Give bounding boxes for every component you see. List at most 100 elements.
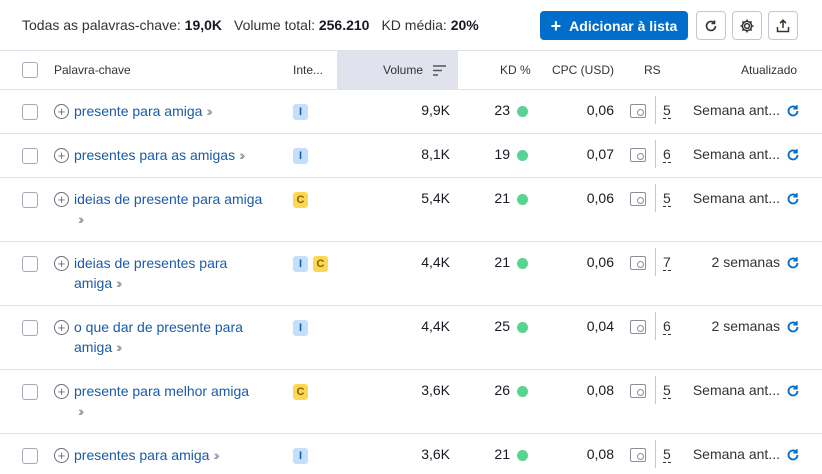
keyword-link[interactable]: presente para melhor amiga ›› (74, 381, 284, 421)
add-keyword-icon[interactable]: + (54, 320, 69, 335)
keyword-text[interactable]: presente para amiga (74, 103, 202, 119)
row-checkbox[interactable] (22, 384, 38, 400)
chevrons-right-icon[interactable]: ›› (78, 211, 85, 227)
keyword-text[interactable]: presente para melhor amiga (74, 383, 249, 399)
rs-value[interactable]: 5 (663, 383, 671, 399)
keyword-link[interactable]: presentes para as amigas ›› (74, 145, 284, 165)
add-keyword-icon[interactable]: + (54, 104, 69, 119)
serp-icon[interactable] (630, 448, 646, 462)
add-keyword-icon[interactable]: + (54, 148, 69, 163)
add-keyword-icon[interactable]: + (54, 448, 69, 463)
row-checkbox[interactable] (22, 148, 38, 164)
chevrons-right-icon[interactable]: ›› (239, 147, 246, 163)
kd-value: 23 (494, 102, 510, 118)
chevrons-right-icon[interactable]: ›› (116, 275, 123, 291)
chevrons-right-icon[interactable]: ›› (116, 339, 123, 355)
refresh-icon[interactable] (786, 256, 800, 270)
rs-value[interactable]: 5 (663, 191, 671, 207)
keyword-text-continued[interactable]: amiga (74, 339, 112, 355)
keyword-link[interactable]: ideias de presentes para amiga ›› (74, 253, 284, 293)
keyword-text[interactable]: ideias de presentes para (74, 255, 227, 271)
column-volume[interactable]: Volume (337, 51, 458, 89)
column-divider (655, 140, 656, 168)
row-checkbox[interactable] (22, 104, 38, 120)
intent-badge: I (293, 320, 308, 336)
volume-value: 3,6K (421, 382, 450, 398)
kd-difficulty-dot (517, 450, 528, 461)
column-divider (655, 184, 656, 212)
intent-badge: I (293, 256, 308, 272)
keyword-text[interactable]: ideias de presente para amiga (74, 191, 262, 207)
table-row: + presente para melhor amiga ›› C 3,6K 26 0,0… (0, 370, 822, 434)
keyword-text[interactable]: o que dar de presente para (74, 319, 243, 335)
table-row: + o que dar de presente para amiga ›› I 4,4K… (0, 306, 822, 370)
cpc-value: 0,07 (586, 146, 614, 162)
refresh-icon[interactable] (786, 148, 800, 162)
keyword-text[interactable]: presentes para as amigas (74, 147, 235, 163)
row-checkbox[interactable] (22, 320, 38, 336)
intent-badge: I (293, 148, 308, 164)
keyword-text-continued[interactable]: amiga (74, 275, 112, 291)
updated-value: Semana ant... (692, 382, 780, 398)
chevrons-right-icon[interactable]: ›› (213, 447, 220, 463)
add-keyword-icon[interactable]: + (54, 192, 69, 207)
intent-badge: I (293, 104, 308, 120)
cpc-value: 0,06 (586, 190, 614, 206)
kd-difficulty-dot (517, 386, 528, 397)
kd-difficulty-dot (517, 322, 528, 333)
column-keyword[interactable]: Palavra-chave (54, 51, 131, 89)
column-updated[interactable]: Atualizado (741, 51, 797, 89)
column-intent[interactable]: Inte... (293, 51, 323, 89)
refresh-icon[interactable] (786, 384, 800, 398)
chevrons-right-icon[interactable]: ›› (78, 403, 85, 419)
serp-icon[interactable] (630, 148, 646, 162)
volume-value: 4,4K (421, 318, 450, 334)
intent-badge: C (293, 192, 308, 208)
refresh-icon[interactable] (786, 192, 800, 206)
column-cpc[interactable]: CPC (USD) (552, 51, 614, 89)
rs-value[interactable]: 6 (663, 147, 671, 163)
rs-value[interactable]: 5 (663, 447, 671, 463)
select-all-checkbox[interactable] (22, 62, 38, 78)
serp-icon[interactable] (630, 192, 646, 206)
add-keyword-icon[interactable]: + (54, 384, 69, 399)
add-to-list-label: Adicionar à lista (569, 17, 678, 34)
table-header: Palavra-chave Inte... Volume KD % CPC (U… (0, 50, 822, 90)
rs-value[interactable]: 6 (663, 319, 671, 335)
total-volume-stat: Volume total: 256.210 (234, 17, 370, 33)
chevrons-right-icon[interactable]: ›› (206, 103, 213, 119)
rs-value[interactable]: 5 (663, 103, 671, 119)
refresh-icon (705, 20, 717, 31)
serp-icon[interactable] (630, 320, 646, 334)
keyword-link[interactable]: presente para amiga ›› (74, 101, 284, 121)
serp-icon[interactable] (630, 384, 646, 398)
kd-value: 19 (494, 146, 510, 162)
row-checkbox[interactable] (22, 256, 38, 272)
add-keyword-icon[interactable]: + (54, 256, 69, 271)
column-divider (655, 312, 656, 340)
kd-difficulty-dot (517, 258, 528, 269)
add-to-list-button[interactable]: + Adicionar à lista (540, 11, 688, 40)
refresh-icon[interactable] (786, 320, 800, 334)
intent-badge: C (293, 384, 308, 400)
settings-button[interactable] (732, 11, 762, 40)
refresh-icon[interactable] (786, 448, 800, 462)
column-rs[interactable]: RS (644, 51, 661, 89)
export-button[interactable] (768, 11, 798, 40)
table-row: + presentes para as amigas ›› I 8,1K 19 0,07 6… (0, 134, 822, 178)
serp-icon[interactable] (630, 104, 646, 118)
column-kd[interactable]: KD % (500, 51, 531, 89)
row-checkbox[interactable] (22, 448, 38, 464)
refresh-icon[interactable] (786, 104, 800, 118)
keyword-link[interactable]: ideias de presente para amiga ›› (74, 189, 284, 229)
keyword-link[interactable]: o que dar de presente para amiga ›› (74, 317, 284, 357)
updated-value: Semana ant... (692, 146, 780, 162)
table-row: + ideias de presentes para amiga ›› I C 4,4K 2… (0, 242, 822, 306)
rs-value[interactable]: 7 (663, 255, 671, 271)
row-checkbox[interactable] (22, 192, 38, 208)
serp-icon[interactable] (630, 256, 646, 270)
keyword-link[interactable]: presentes para amiga ›› (74, 445, 284, 465)
refresh-button[interactable] (696, 11, 726, 40)
keyword-text[interactable]: presentes para amiga (74, 447, 209, 463)
kd-difficulty-dot (517, 194, 528, 205)
